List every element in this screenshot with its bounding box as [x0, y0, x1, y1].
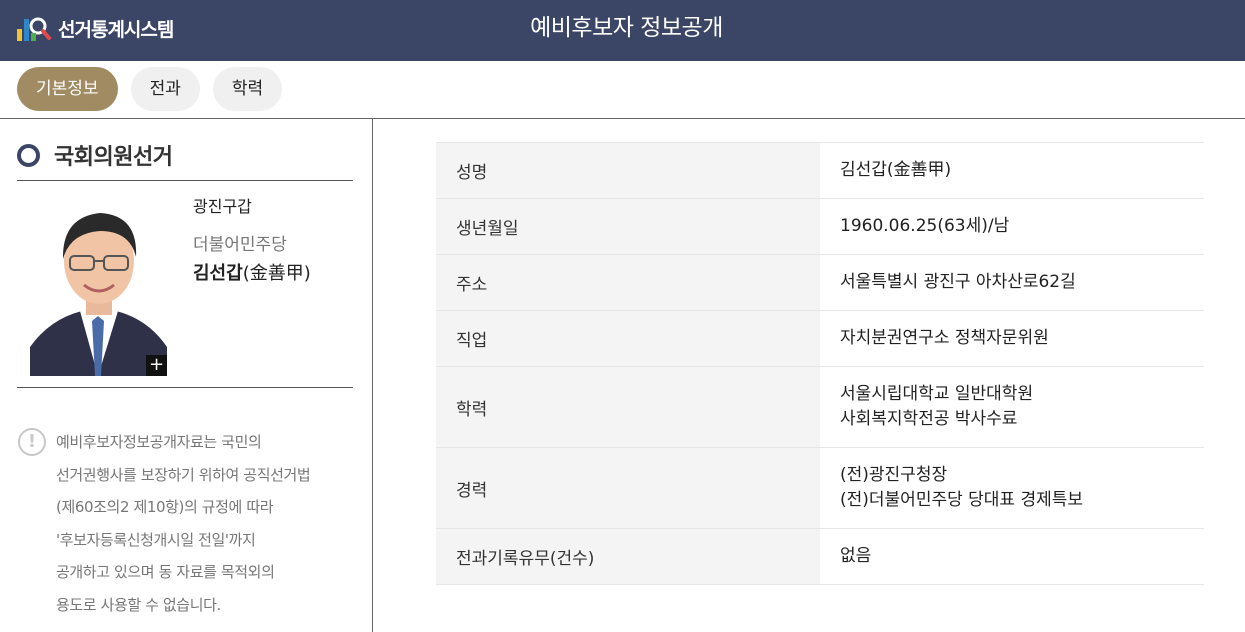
- plus-icon[interactable]: +: [146, 355, 167, 376]
- tab-basic-info[interactable]: 기본정보: [17, 67, 118, 111]
- row-value: 서울시립대학교 일반대학원 사회복지학전공 박사수료: [820, 367, 1204, 447]
- section-header: 국회의원선거: [17, 139, 353, 181]
- candidate-portrait: [30, 199, 167, 376]
- row-value: (전)광진구청장 (전)더불어민주당 당대표 경제특보: [820, 448, 1204, 528]
- value-line: 없음: [840, 546, 872, 566]
- table-row: 직업 자치분권연구소 정책자문위원: [436, 311, 1204, 367]
- row-value: 서울특별시 광진구 아차산로62길: [820, 255, 1204, 310]
- candidate-district: 광진구갑: [193, 197, 252, 216]
- value-line: (전)광진구청장: [840, 465, 948, 485]
- notice-line: (제60조의2 제10항)의 규정에 따라: [56, 498, 274, 516]
- table-row: 성명 김선갑(金善甲): [436, 143, 1204, 199]
- notice-line: 용도로 사용할 수 없습니다.: [56, 595, 221, 614]
- candidate-name: 김선갑(金善甲): [193, 259, 311, 285]
- row-label: 전과기록유무(건수): [436, 529, 820, 584]
- row-value: 김선갑(金善甲): [820, 143, 1204, 198]
- row-label: 경력: [436, 448, 820, 528]
- info-table: 성명 김선갑(金善甲) 생년월일 1960.06.25(63세)/남 주소 서울…: [436, 142, 1204, 585]
- value-line: 서울시립대학교 일반대학원: [840, 384, 1034, 404]
- row-value: 없음: [820, 529, 1204, 584]
- notice-line: 공개하고 있으며 동 자료를 목적외의: [56, 563, 275, 581]
- section-title: 국회의원선거: [54, 145, 173, 170]
- tab-bar: 기본정보 전과 학력: [17, 67, 295, 112]
- table-row: 경력 (전)광진구청장 (전)더불어민주당 당대표 경제특보: [436, 448, 1204, 529]
- candidate-name-hanja: (金善甲): [242, 263, 311, 284]
- table-row: 학력 서울시립대학교 일반대학원 사회복지학전공 박사수료: [436, 367, 1204, 448]
- divider-vertical: [372, 118, 373, 632]
- value-line: 김선갑(金善甲): [840, 160, 952, 180]
- candidate-photo[interactable]: +: [30, 199, 167, 376]
- tab-criminal-record[interactable]: 전과: [130, 67, 200, 111]
- disclosure-notice: 예비후보자정보공개자료는 국민의 선거권행사를 보장하기 위하여 공직선거법 (…: [56, 428, 366, 623]
- circle-bullet-icon: [17, 144, 40, 167]
- notice-line: 선거권행사를 보장하기 위하여 공직선거법: [56, 465, 311, 484]
- page-title: 예비후보자 정보공개: [530, 15, 723, 41]
- divider-horizontal: [0, 118, 1245, 119]
- row-label: 직업: [436, 311, 820, 366]
- row-label: 학력: [436, 367, 820, 447]
- exclamation-icon: !: [18, 428, 46, 456]
- top-bar: 선거통계시스템 예비후보자 정보공개: [0, 0, 1245, 61]
- value-line: 사회복지학전공 박사수료: [840, 409, 1018, 429]
- table-row: 전과기록유무(건수) 없음: [436, 529, 1204, 585]
- sidebar-divider: [17, 387, 353, 388]
- notice-line: 예비후보자정보공개자료는 국민의: [56, 433, 262, 451]
- candidate-name-ko: 김선갑: [193, 263, 243, 284]
- candidate-party: 더불어민주당: [193, 235, 287, 255]
- row-label: 주소: [436, 255, 820, 310]
- notice-line: '후보자등록신청개시일 전일'까지: [56, 530, 256, 549]
- table-row: 생년월일 1960.06.25(63세)/남: [436, 199, 1204, 255]
- value-line: 자치분권연구소 정책자문위원: [840, 328, 1049, 348]
- value-line: 서울특별시 광진구 아차산로62길: [840, 272, 1076, 292]
- row-value: 1960.06.25(63세)/남: [820, 199, 1204, 254]
- row-label: 생년월일: [436, 199, 820, 254]
- row-label: 성명: [436, 143, 820, 198]
- tab-education[interactable]: 학력: [212, 67, 283, 111]
- value-line: 1960.06.25(63세)/남: [840, 216, 1010, 236]
- row-value: 자치분권연구소 정책자문위원: [820, 311, 1204, 366]
- value-line: (전)더불어민주당 당대표 경제특보: [840, 490, 1084, 510]
- table-row: 주소 서울특별시 광진구 아차산로62길: [436, 255, 1204, 311]
